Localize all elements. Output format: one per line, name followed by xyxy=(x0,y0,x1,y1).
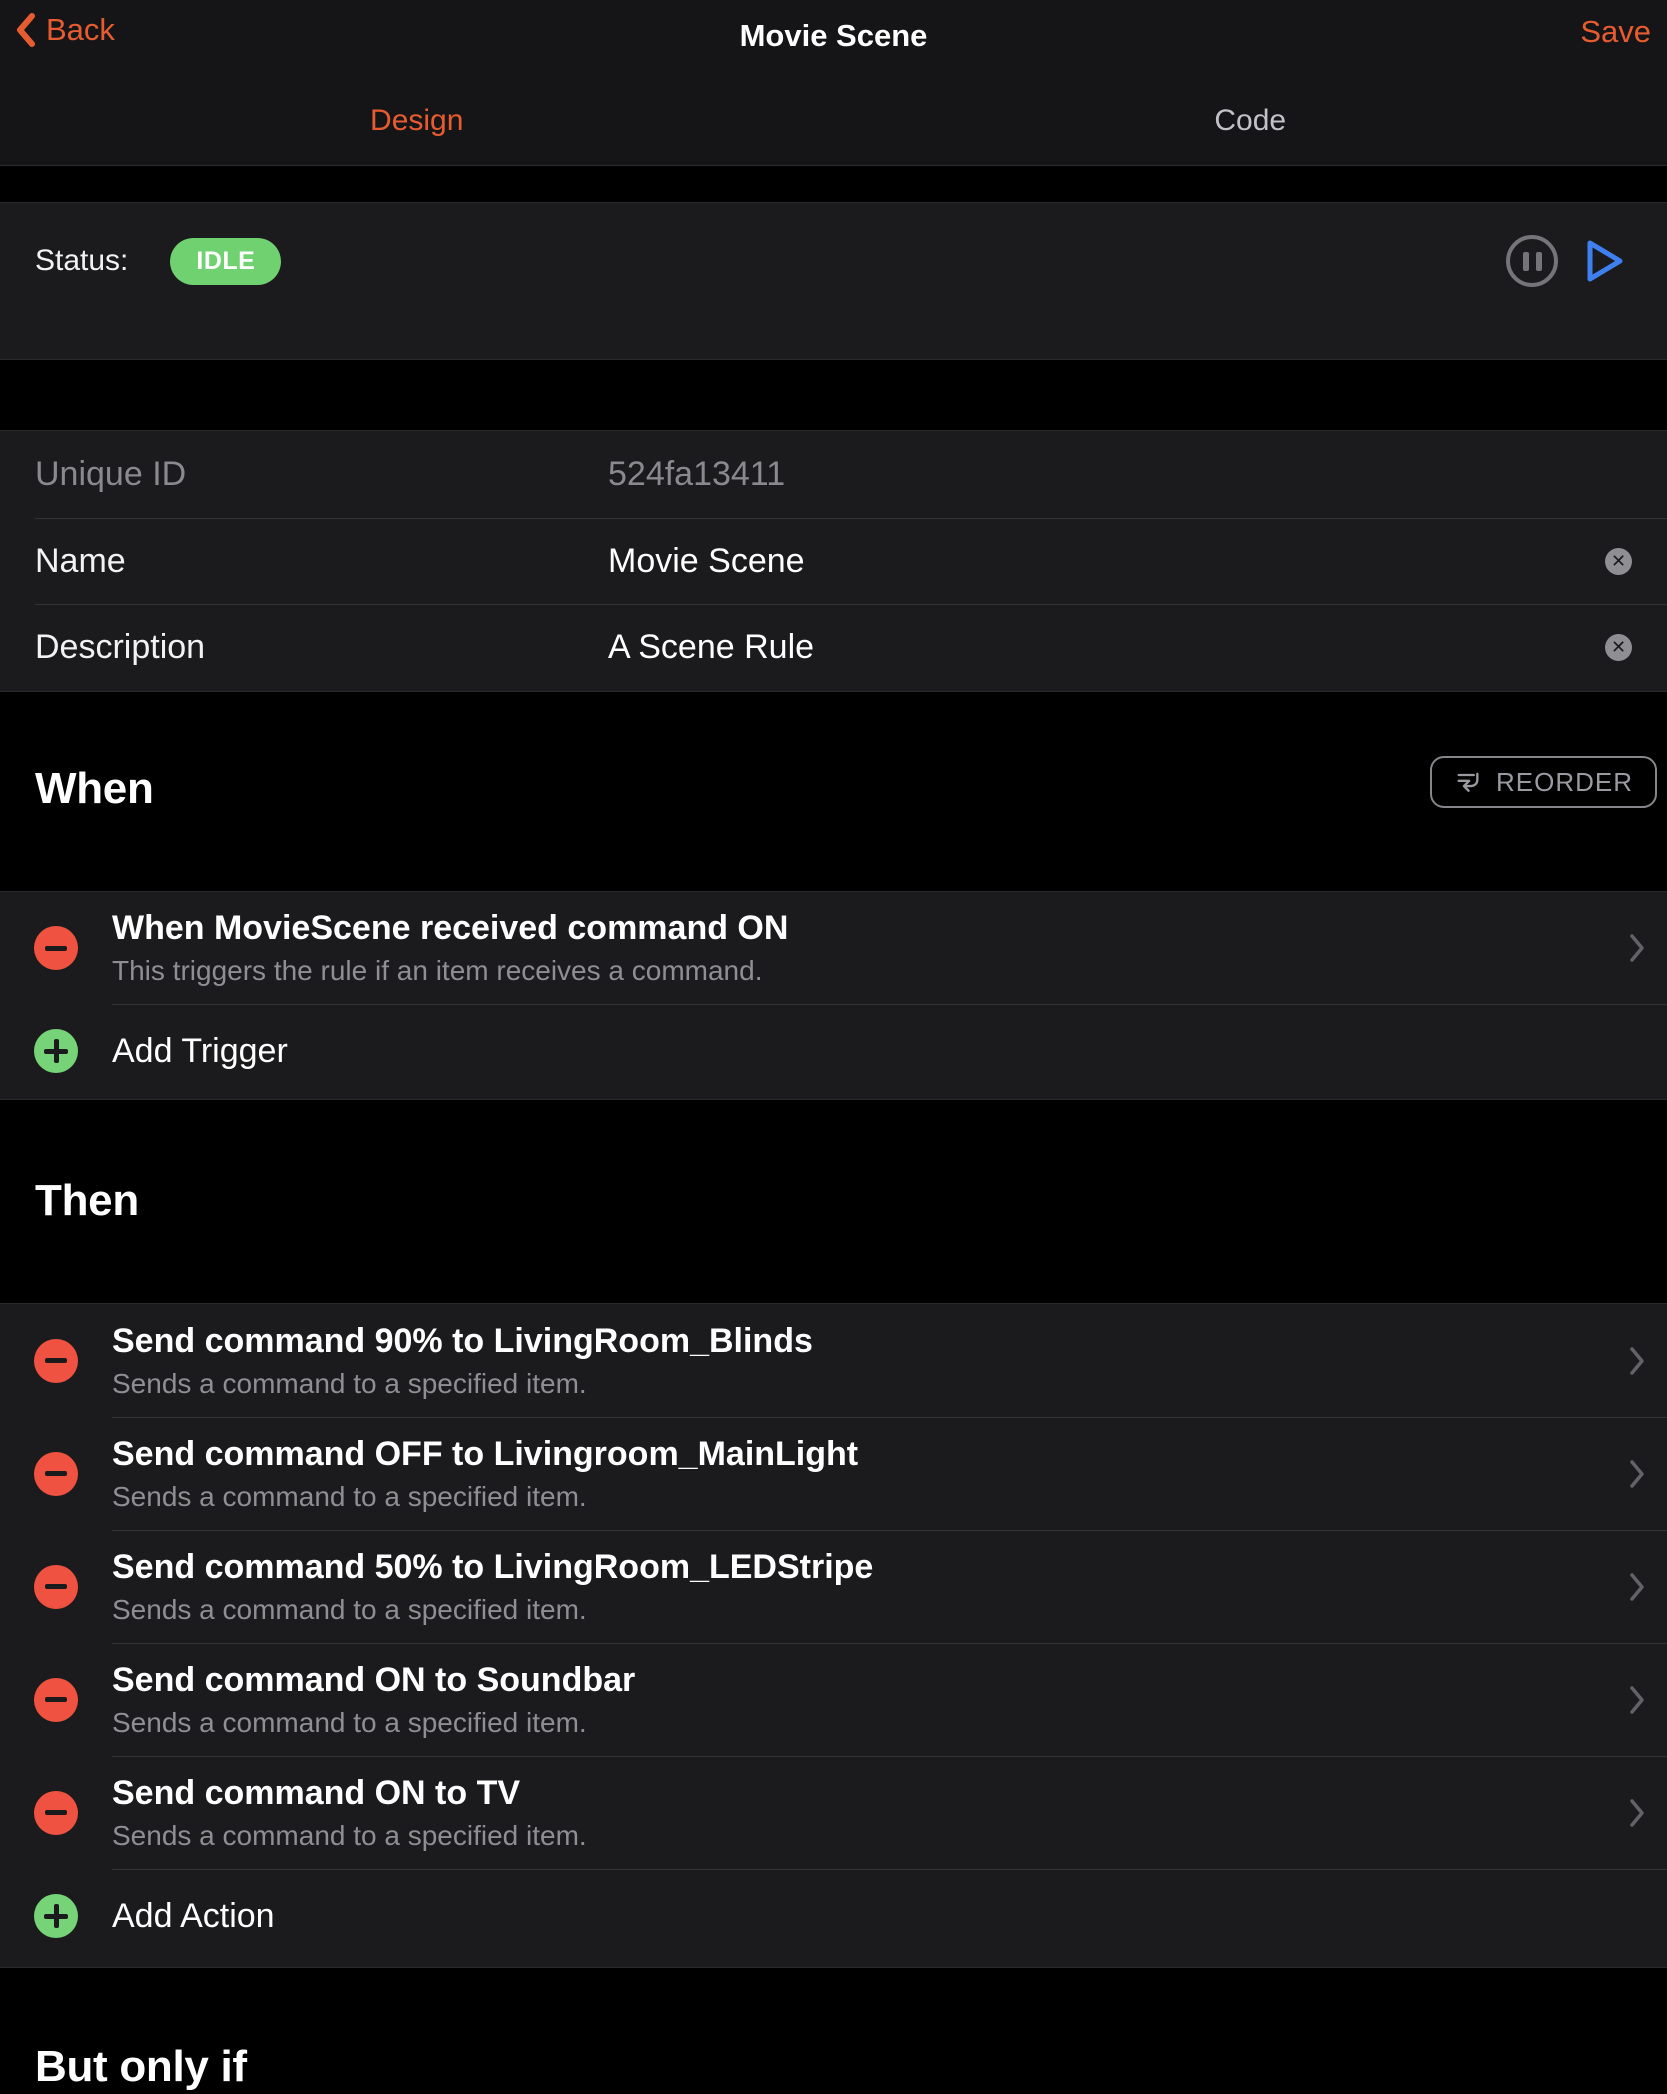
triggers-list: When MovieScene received command ON This… xyxy=(0,891,1667,1100)
form-row-name[interactable]: Name Movie Scene ✕ xyxy=(0,518,1667,605)
icon-col xyxy=(0,1791,112,1835)
tab-bar: Design Code xyxy=(0,76,1667,165)
trigger-subtitle: This triggers the rule if an item receiv… xyxy=(112,954,1597,988)
plus-icon xyxy=(34,1029,78,1073)
remove-action-button[interactable] xyxy=(34,1452,78,1496)
when-heading: When xyxy=(35,762,154,816)
action-title: Send command OFF to Livingroom_MainLight xyxy=(112,1434,1597,1474)
tab-code[interactable]: Code xyxy=(834,104,1667,138)
status-row: Status: IDLE xyxy=(0,203,1667,291)
nav-top-row: Back Movie Scene Save xyxy=(0,0,1667,76)
clear-name-button[interactable]: ✕ xyxy=(1605,548,1632,575)
reorder-icon xyxy=(1454,768,1482,796)
remove-action-button[interactable] xyxy=(34,1678,78,1722)
description-field[interactable]: A Scene Rule xyxy=(608,628,1605,667)
action-subtitle: Sends a command to a specified item. xyxy=(112,1819,1597,1853)
chevron-right-icon xyxy=(1629,1572,1645,1602)
add-action-button[interactable]: Add Action xyxy=(0,1869,1667,1963)
chevron-right-icon xyxy=(1629,933,1645,963)
play-icon xyxy=(1584,238,1626,284)
rule-form-card: Unique ID 524fa13411 Name Movie Scene ✕ … xyxy=(0,430,1667,692)
minus-icon xyxy=(45,946,67,951)
action-row[interactable]: Send command OFF to Livingroom_MainLight… xyxy=(0,1417,1667,1530)
remove-action-button[interactable] xyxy=(34,1565,78,1609)
actions-list: Send command 90% to LivingRoom_Blinds Se… xyxy=(0,1303,1667,1968)
action-title: Send command 50% to LivingRoom_LEDStripe xyxy=(112,1547,1597,1587)
description-label: Description xyxy=(35,628,608,667)
icon-col xyxy=(0,1894,112,1938)
play-button[interactable] xyxy=(1584,238,1626,284)
name-field[interactable]: Movie Scene xyxy=(608,542,1605,581)
icon-col xyxy=(0,926,112,970)
name-label: Name xyxy=(35,542,608,581)
trigger-row[interactable]: When MovieScene received command ON This… xyxy=(0,892,1667,1004)
remove-action-button[interactable] xyxy=(34,1791,78,1835)
status-badge: IDLE xyxy=(170,238,281,285)
pause-button[interactable] xyxy=(1506,235,1558,287)
icon-col xyxy=(0,1565,112,1609)
minus-icon xyxy=(45,1810,67,1815)
then-heading: Then xyxy=(35,1174,139,1228)
chevron-right-icon xyxy=(1629,1346,1645,1376)
action-text: Send command 50% to LivingRoom_LEDStripe… xyxy=(112,1547,1667,1627)
icon-col xyxy=(0,1452,112,1496)
icon-col xyxy=(0,1678,112,1722)
icon-col xyxy=(0,1339,112,1383)
action-subtitle: Sends a command to a specified item. xyxy=(112,1367,1597,1401)
reorder-button[interactable]: REORDER xyxy=(1430,756,1657,808)
action-title: Send command ON to Soundbar xyxy=(112,1660,1597,1700)
action-text: Send command ON to TV Sends a command to… xyxy=(112,1773,1667,1853)
add-trigger-button[interactable]: Add Trigger xyxy=(0,1004,1667,1098)
icon-col xyxy=(0,1029,112,1073)
add-trigger-label: Add Trigger xyxy=(112,1032,288,1071)
trigger-title: When MovieScene received command ON xyxy=(112,908,1597,948)
chevron-right-icon xyxy=(1629,1798,1645,1828)
minus-icon xyxy=(45,1471,67,1476)
tab-design[interactable]: Design xyxy=(0,104,834,138)
action-subtitle: Sends a command to a specified item. xyxy=(112,1593,1597,1627)
action-subtitle: Sends a command to a specified item. xyxy=(112,1706,1597,1740)
form-row-unique-id: Unique ID 524fa13411 xyxy=(0,431,1667,518)
plus-icon xyxy=(34,1894,78,1938)
action-text: Send command 90% to LivingRoom_Blinds Se… xyxy=(112,1321,1667,1401)
remove-action-button[interactable] xyxy=(34,1339,78,1383)
clear-description-button[interactable]: ✕ xyxy=(1605,634,1632,661)
reorder-label: REORDER xyxy=(1496,767,1633,798)
status-card: Status: IDLE xyxy=(0,202,1667,360)
minus-icon xyxy=(45,1358,67,1363)
page-title: Movie Scene xyxy=(0,18,1667,54)
action-subtitle: Sends a command to a specified item. xyxy=(112,1480,1597,1514)
action-title: Send command ON to TV xyxy=(112,1773,1597,1813)
pause-icon xyxy=(1536,252,1542,271)
action-text: Send command ON to Soundbar Sends a comm… xyxy=(112,1660,1667,1740)
form-row-description[interactable]: Description A Scene Rule ✕ xyxy=(0,604,1667,691)
action-row[interactable]: Send command ON to TV Sends a command to… xyxy=(0,1756,1667,1869)
unique-id-label: Unique ID xyxy=(35,455,608,494)
action-row[interactable]: Send command 50% to LivingRoom_LEDStripe… xyxy=(0,1530,1667,1643)
minus-icon xyxy=(45,1584,67,1589)
action-row[interactable]: Send command 90% to LivingRoom_Blinds Se… xyxy=(0,1304,1667,1417)
add-action-label: Add Action xyxy=(112,1897,275,1936)
pause-icon xyxy=(1523,252,1529,271)
navbar: Back Movie Scene Save Design Code xyxy=(0,0,1667,166)
action-row[interactable]: Send command ON to Soundbar Sends a comm… xyxy=(0,1643,1667,1756)
chevron-right-icon xyxy=(1629,1685,1645,1715)
action-title: Send command 90% to LivingRoom_Blinds xyxy=(112,1321,1597,1361)
status-controls xyxy=(1506,235,1626,287)
remove-trigger-button[interactable] xyxy=(34,926,78,970)
minus-icon xyxy=(45,1697,67,1702)
but-only-if-heading: But only if xyxy=(35,2040,247,2094)
status-label: Status: xyxy=(35,244,128,278)
action-text: Send command OFF to Livingroom_MainLight… xyxy=(112,1434,1667,1514)
unique-id-value: 524fa13411 xyxy=(608,455,1632,494)
save-button[interactable]: Save xyxy=(1580,14,1651,50)
chevron-right-icon xyxy=(1629,1459,1645,1489)
trigger-text: When MovieScene received command ON This… xyxy=(112,908,1667,988)
